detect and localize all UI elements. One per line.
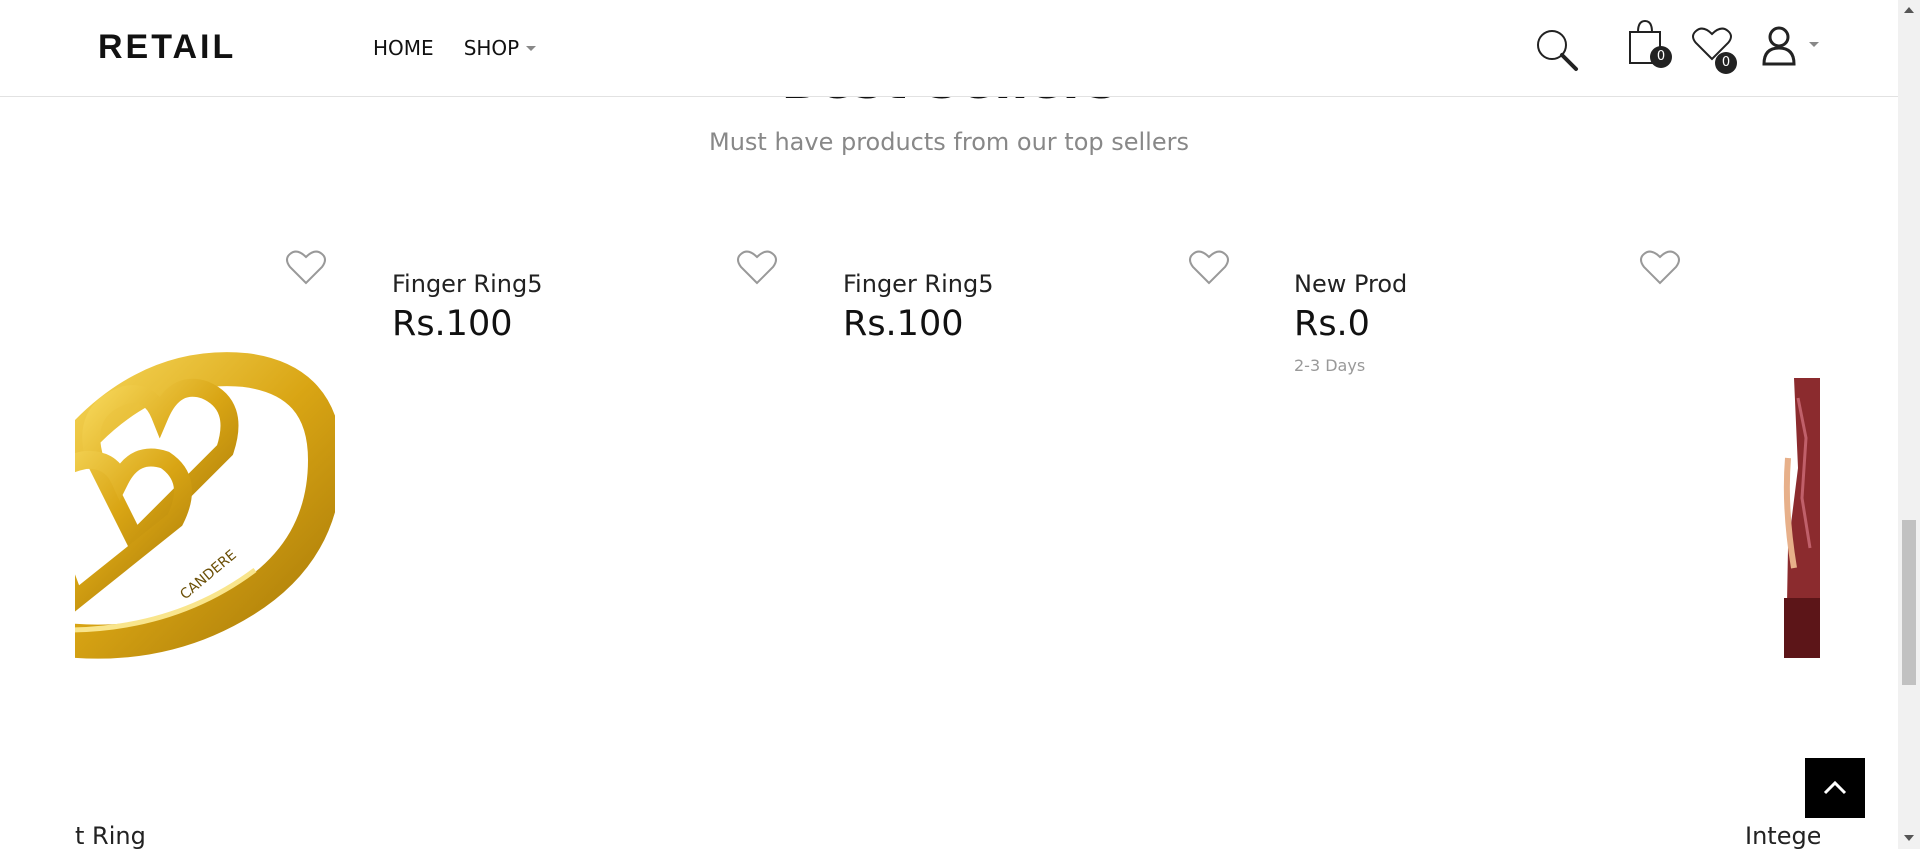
wishlist-count-badge: 0 [1715,52,1737,74]
nav-shop[interactable]: SHOP [464,36,537,60]
scroll-up-arrow-icon[interactable] [1904,7,1914,13]
section-subtitle: Must have products from our top sellers [709,128,1189,156]
search-icon [1537,30,1578,71]
chevron-up-icon [1823,780,1847,795]
main-nav: HOME SHOP [373,36,537,60]
scroll-down-arrow-icon[interactable] [1904,835,1914,841]
heart-icon [1640,250,1680,285]
site-logo[interactable]: RETAIL [98,28,236,67]
wishlist-heart-button[interactable] [1188,248,1230,290]
page-scrollbar[interactable] [1898,0,1920,849]
scrollbar-thumb[interactable] [1902,520,1916,685]
ring-image: CANDERE [75,352,335,659]
product-name[interactable]: Finger Ring5 [392,270,543,298]
nav-home-label: HOME [373,36,434,60]
wishlist-heart-button[interactable] [736,248,778,290]
product-price: Rs.100 [843,304,964,344]
nav-shop-label: SHOP [463,36,520,60]
search-button[interactable] [1535,28,1581,78]
account-icon [1762,26,1796,66]
cart-button[interactable]: 0 [1627,18,1672,70]
product-price: Rs.100 [392,304,513,344]
product-name-partial-left[interactable]: t Ring [75,822,146,850]
nav-home[interactable]: HOME [373,36,434,60]
back-to-top-button[interactable] [1805,758,1865,818]
wishlist-heart-button[interactable] [285,248,327,290]
wishlist-heart-button[interactable] [1639,248,1681,290]
product-name[interactable]: New Prod [1294,270,1407,298]
chevron-down-icon [1809,42,1819,47]
product-price: Rs.0 [1294,304,1370,344]
account-button[interactable] [1760,24,1820,68]
cart-count-badge: 0 [1650,46,1672,68]
heart-icon [286,250,326,285]
heart-icon [737,250,777,285]
product-image-dress[interactable] [1776,378,1820,658]
dress-image [1776,378,1820,658]
product-image-ring[interactable]: CANDERE [75,300,335,706]
site-header: RETAIL HOME SHOP 0 0 [0,0,1898,97]
wishlist-button[interactable]: 0 [1691,26,1737,74]
product-name[interactable]: Finger Ring5 [843,270,994,298]
heart-icon [1189,250,1229,285]
product-name-partial-right[interactable]: Integer [1745,822,1820,850]
chevron-down-icon [526,45,537,51]
product-delivery-time: 2-3 Days [1294,356,1366,375]
